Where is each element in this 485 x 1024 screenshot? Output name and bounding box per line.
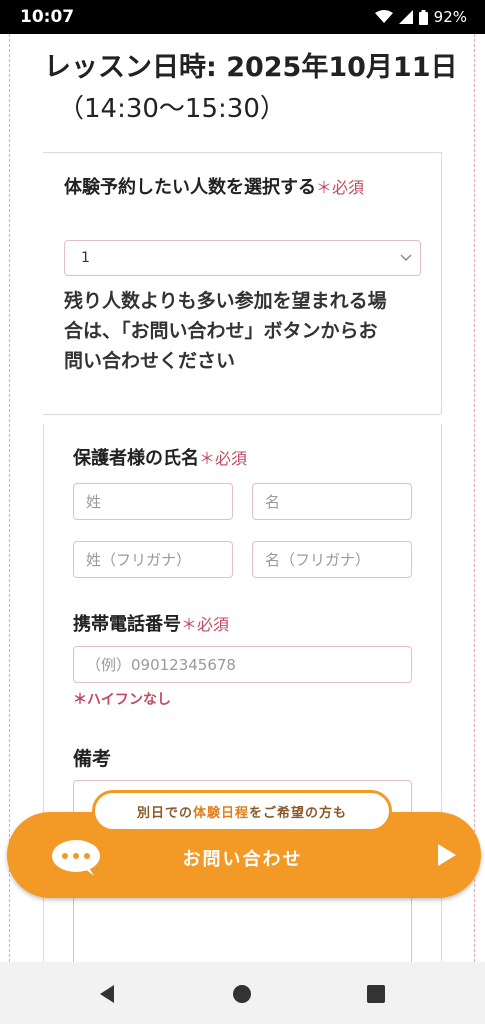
tag-text-pre: 別日での [136,805,193,821]
section-divider [43,152,441,153]
lesson-datetime-title: レッスン日時: 2025年10月11日 [44,52,458,83]
capacity-note: 残り人数よりも多い参加を望まれる場合は、「お問い合わせ」ボタンからお問い合わせく… [64,290,387,372]
tag-text-post: をご希望の方も [249,805,348,821]
people-count-value: 1 [81,250,90,266]
people-count-label-text: 体験予約したい人数を選択する [64,177,316,198]
first-name-kana-input[interactable]: 名（フリガナ） [252,541,412,578]
page-border-left [9,34,10,962]
first-name-placeholder: 名 [265,493,281,511]
required-mark: ＊必須 [199,449,248,468]
section-divider [43,414,441,415]
wifi-icon [374,10,393,23]
chevron-down-icon [400,254,412,261]
signal-icon [398,10,413,24]
section-border [441,152,442,414]
phone-hyphen-note: ＊ハイフンなし [73,692,171,708]
people-count-select[interactable]: 1 [64,240,421,276]
battery-percent: 92% [433,8,467,26]
contact-alt-date-tag: 別日での 体験日程 をご希望の方も [92,790,392,832]
guardian-name-label: 保護者様の氏名＊必須 [73,444,247,470]
status-icons: 92% [374,8,467,26]
back-icon[interactable] [98,984,118,1004]
play-arrow-icon [438,844,456,866]
phone-label-text: 携帯電話番号 [73,614,181,635]
phone-placeholder: （例）09012345678 [86,656,236,674]
tag-text-highlight: 体験日程 [192,805,249,821]
remarks-label: 備考 [73,748,112,770]
phone-input[interactable]: （例）09012345678 [73,646,412,683]
recent-apps-icon[interactable] [367,985,385,1003]
first-name-input[interactable]: 名 [252,483,412,520]
last-name-kana-input[interactable]: 姓（フリガナ） [73,541,233,578]
required-mark: ＊必須 [316,178,365,197]
lesson-time-range: （14:30〜15:30） [58,94,286,124]
battery-icon [418,9,428,25]
page-border-right [474,34,475,962]
contact-button-label[interactable]: お問い合わせ [0,845,485,871]
phone-label: 携帯電話番号＊必須 [73,610,229,636]
guardian-name-label-text: 保護者様の氏名 [73,448,199,469]
status-bar: 10:07 92% [0,0,485,34]
last-name-kana-placeholder: 姓（フリガナ） [86,551,192,569]
people-count-label: 体験予約したい人数を選択する＊必須 [64,173,414,203]
first-name-kana-placeholder: 名（フリガナ） [265,551,371,569]
status-time: 10:07 [20,7,75,27]
home-icon[interactable] [233,985,251,1003]
last-name-input[interactable]: 姓 [73,483,233,520]
required-mark: ＊必須 [181,615,230,634]
last-name-placeholder: 姓 [86,493,102,511]
